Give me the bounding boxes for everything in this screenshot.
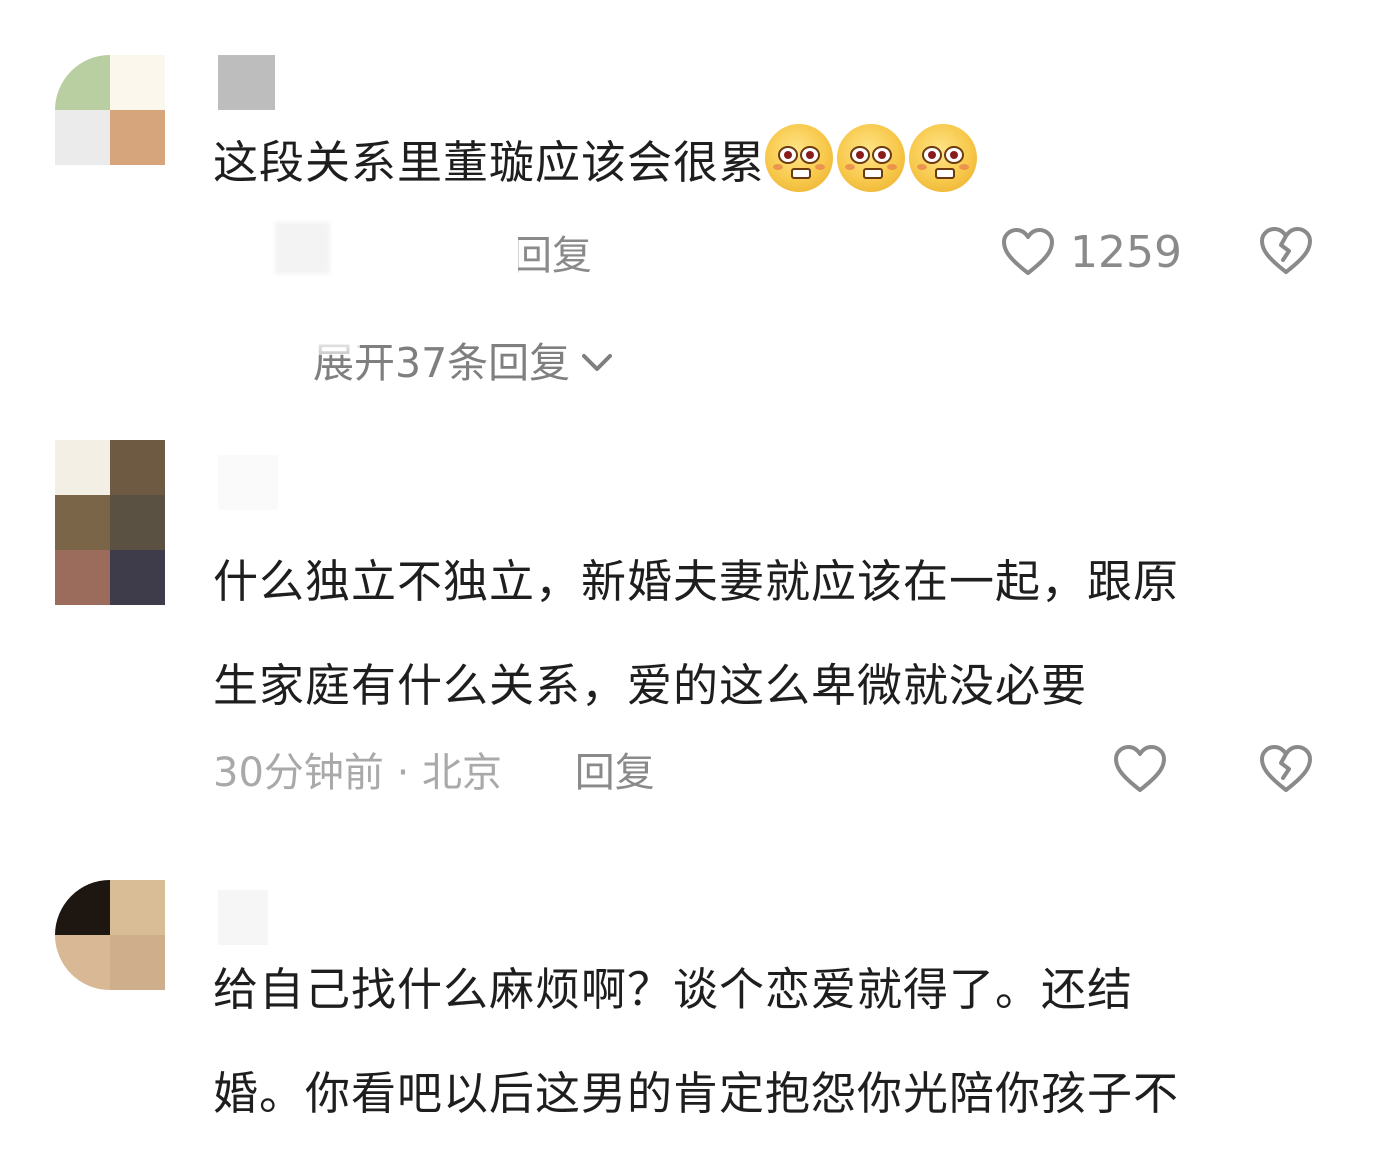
- reply-button[interactable]: 回复: [575, 750, 655, 796]
- avatar[interactable]: [55, 55, 165, 165]
- comment-meta: 30分钟前 · 北京 回复: [213, 743, 655, 803]
- comment-line: 婚。你看吧以后这男的肯定抱怨你光陪你孩子不: [213, 1067, 1180, 1120]
- pleading-face-emoji-icon: [765, 124, 834, 192]
- avatar[interactable]: [55, 880, 165, 990]
- comment-text: 什么独立不独立，新婚夫妻就应该在一起，跟原 生家庭有什么关系，爱的这么卑微就没必…: [213, 530, 1313, 738]
- pleading-face-emoji-icon: [909, 124, 978, 192]
- pleading-face-emoji-icon: [837, 124, 906, 192]
- blurred-meta: [275, 222, 330, 274]
- comment-line: 生家庭有什么关系，爱的这么卑微就没必要: [213, 659, 1088, 712]
- username[interactable]: [218, 890, 268, 945]
- like-button[interactable]: 1259: [1000, 222, 1182, 282]
- like-count: 1259: [1070, 226, 1182, 278]
- heart-outline-icon: [1002, 228, 1054, 275]
- heart-outline-icon[interactable]: [1112, 744, 1168, 794]
- comment-text: 给自己找什么麻烦啊？谈个恋爱就得了。还结 婚。你看吧以后这男的肯定抱怨你光陪你孩…: [213, 938, 1313, 1146]
- reply-button[interactable]: 回复: [512, 226, 612, 286]
- comment-body: 这段关系里董璇应该会很累: [213, 136, 766, 189]
- broken-heart-icon[interactable]: [1258, 226, 1314, 276]
- comment-line: 给自己找什么麻烦啊？谈个恋爱就得了。还结: [213, 963, 1134, 1016]
- comment-text: 这段关系里董璇应该会很累: [213, 111, 1313, 215]
- reply-label: 回复: [512, 233, 592, 279]
- comment-line: 什么独立不独立，新婚夫妻就应该在一起，跟原: [213, 555, 1180, 608]
- username[interactable]: [218, 455, 278, 510]
- chevron-down-icon: [582, 354, 613, 371]
- broken-heart-icon[interactable]: [1258, 744, 1314, 794]
- timestamp-location: 30分钟前 · 北京: [213, 750, 503, 796]
- username[interactable]: [218, 55, 275, 110]
- avatar[interactable]: [55, 440, 165, 605]
